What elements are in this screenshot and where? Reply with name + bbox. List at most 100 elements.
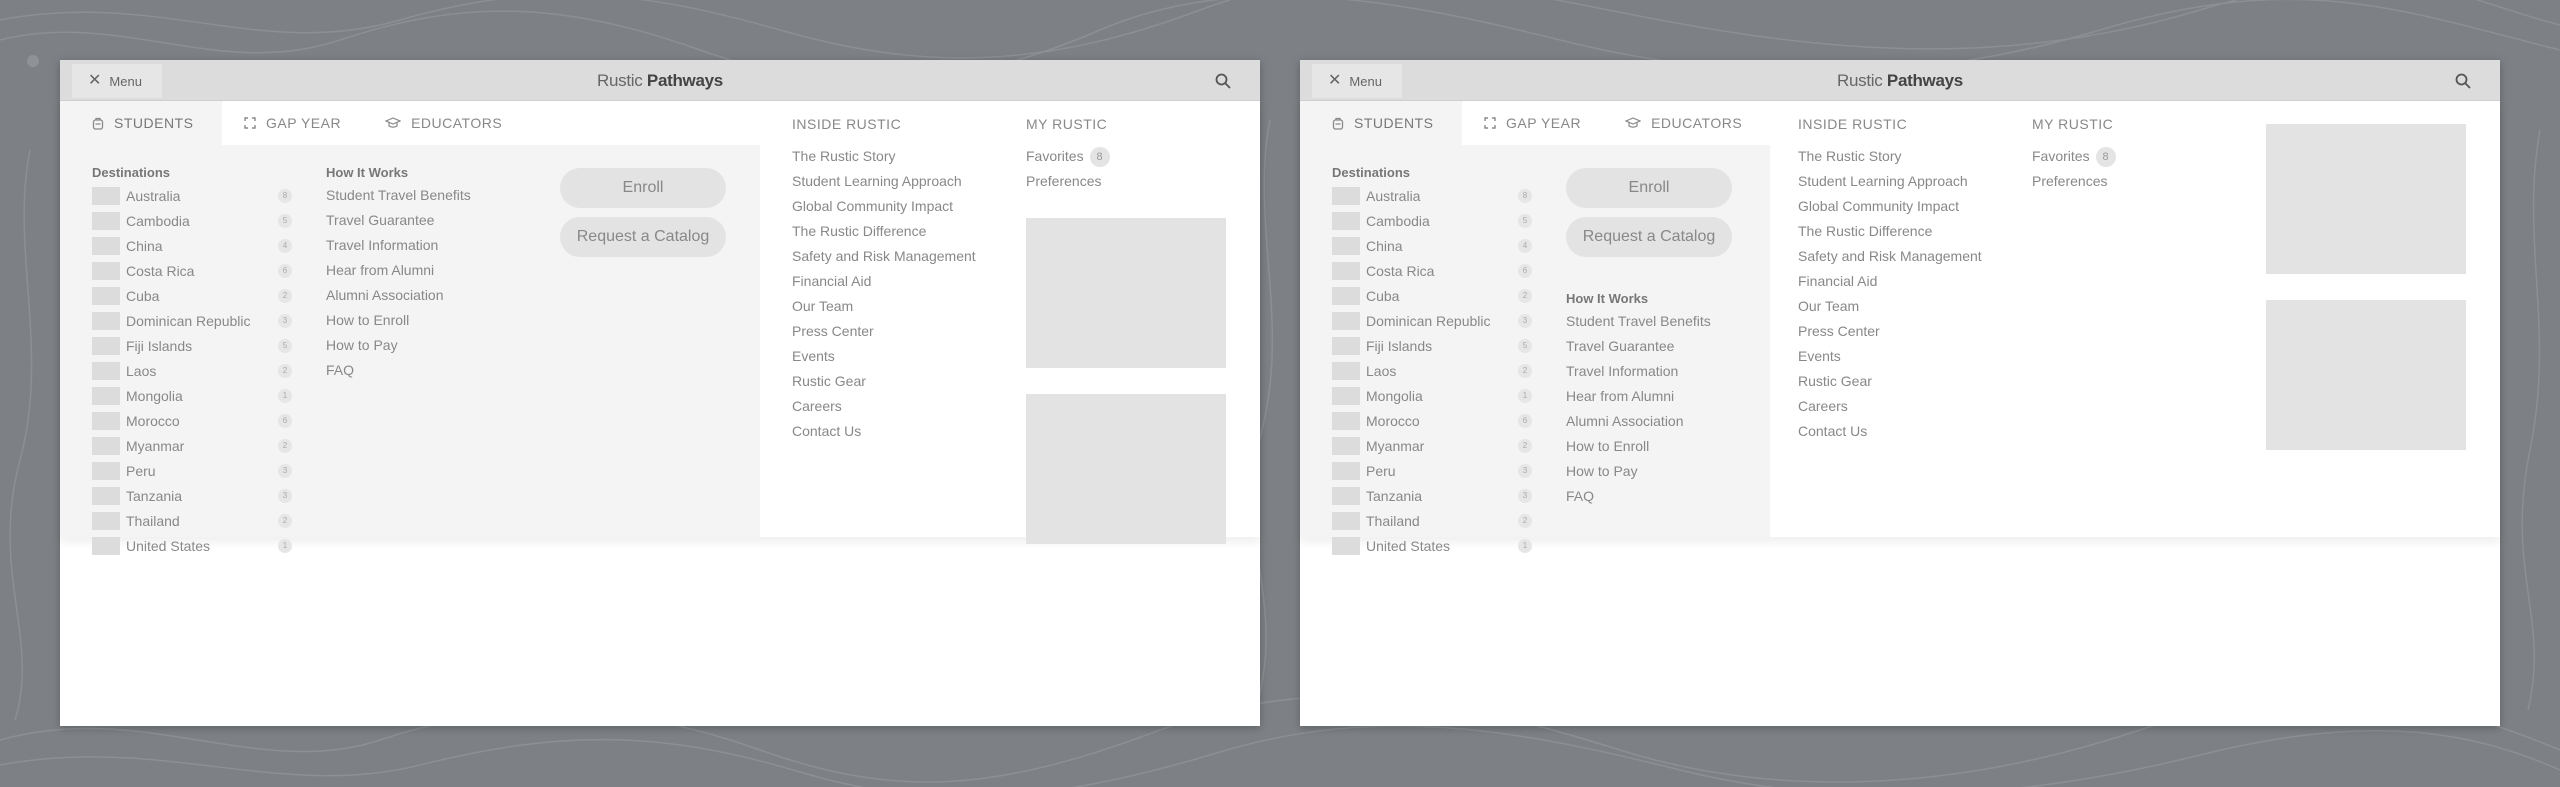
- destination-item[interactable]: Dominican Republic 3: [1332, 308, 1532, 333]
- inside-rustic-link[interactable]: The Rustic Difference: [1798, 219, 1982, 244]
- destination-item[interactable]: Fiji Islands 5: [92, 333, 292, 358]
- inside-rustic-link[interactable]: Press Center: [792, 319, 976, 344]
- inside-rustic-link[interactable]: Contact Us: [792, 419, 976, 444]
- inside-rustic-link[interactable]: Financial Aid: [792, 269, 976, 294]
- logo[interactable]: Rustic Pathways: [1300, 71, 2500, 91]
- destination-item[interactable]: Australia 8: [1332, 183, 1532, 208]
- tab-educators[interactable]: EDUCATORS: [363, 101, 524, 145]
- inside-rustic-link[interactable]: Careers: [792, 394, 976, 419]
- tab-gap-year[interactable]: GAP YEAR: [1462, 101, 1603, 145]
- inside-rustic-link[interactable]: The Rustic Difference: [792, 219, 976, 244]
- destination-item[interactable]: Peru 3: [92, 458, 292, 483]
- destination-item[interactable]: Cuba 2: [1332, 283, 1532, 308]
- request-catalog-button[interactable]: Request a Catalog: [1566, 217, 1732, 257]
- destination-item[interactable]: Australia 8: [92, 183, 292, 208]
- browser-frame-2: ✕ Menu Rustic Pathways STUDENTS GAP YEAR: [1300, 60, 2500, 726]
- destination-item[interactable]: Cambodia 5: [92, 208, 292, 233]
- program-count-badge: 6: [278, 264, 292, 278]
- inside-rustic-link[interactable]: Careers: [1798, 394, 1982, 419]
- destination-item[interactable]: Cambodia 5: [1332, 208, 1532, 233]
- how-it-works-link[interactable]: Alumni Association: [326, 283, 471, 308]
- destination-item[interactable]: China 4: [1332, 233, 1532, 258]
- promo-image-2[interactable]: [2266, 300, 2466, 450]
- destination-item[interactable]: Thailand 2: [92, 508, 292, 533]
- destination-item[interactable]: United States 1: [92, 533, 292, 558]
- preferences-link[interactable]: Preferences: [1026, 169, 1110, 194]
- destination-name: Peru: [126, 462, 156, 479]
- inside-rustic-link[interactable]: Student Learning Approach: [1798, 169, 1982, 194]
- inside-rustic-link[interactable]: Rustic Gear: [792, 369, 976, 394]
- inside-rustic-link[interactable]: Financial Aid: [1798, 269, 1982, 294]
- inside-rustic-link[interactable]: Events: [792, 344, 976, 369]
- inside-rustic-link[interactable]: Global Community Impact: [1798, 194, 1982, 219]
- enroll-button[interactable]: Enroll: [1566, 168, 1732, 208]
- how-it-works-link[interactable]: Hear from Alumni: [326, 258, 471, 283]
- tab-bar: STUDENTS GAP YEAR EDUCATORS: [1300, 101, 1764, 145]
- destination-item[interactable]: Laos 2: [92, 358, 292, 383]
- how-it-works-link[interactable]: Travel Guarantee: [1566, 334, 1711, 359]
- destination-item[interactable]: Myanmar 2: [92, 433, 292, 458]
- inside-rustic-link[interactable]: The Rustic Story: [792, 144, 976, 169]
- destination-item[interactable]: Mongolia 1: [92, 383, 292, 408]
- destination-item[interactable]: Morocco 6: [92, 408, 292, 433]
- preferences-link[interactable]: Preferences: [2032, 169, 2116, 194]
- how-it-works-link[interactable]: Travel Information: [326, 233, 471, 258]
- how-it-works-link[interactable]: How to Pay: [1566, 459, 1711, 484]
- destination-item[interactable]: Dominican Republic 3: [92, 308, 292, 333]
- destination-item[interactable]: Peru 3: [1332, 458, 1532, 483]
- destination-item[interactable]: Costa Rica 6: [92, 258, 292, 283]
- inside-rustic-link[interactable]: Safety and Risk Management: [1798, 244, 1982, 269]
- how-it-works-link[interactable]: How to Enroll: [326, 308, 471, 333]
- how-it-works-link[interactable]: Travel Information: [1566, 359, 1711, 384]
- destination-item[interactable]: Morocco 6: [1332, 408, 1532, 433]
- search-icon[interactable]: [2454, 72, 2472, 90]
- destination-item[interactable]: Tanzania 3: [1332, 483, 1532, 508]
- enroll-button[interactable]: Enroll: [560, 168, 726, 208]
- how-it-works-link[interactable]: How to Pay: [326, 333, 471, 358]
- destination-item[interactable]: China 4: [92, 233, 292, 258]
- promo-image-2[interactable]: [1026, 394, 1226, 544]
- tab-educators[interactable]: EDUCATORS: [1603, 101, 1764, 145]
- inside-rustic-link[interactable]: Our Team: [1798, 294, 1982, 319]
- graduation-cap-icon: [1625, 117, 1642, 128]
- inside-rustic-link[interactable]: Events: [1798, 344, 1982, 369]
- inside-rustic-link[interactable]: Student Learning Approach: [792, 169, 976, 194]
- how-it-works-link[interactable]: Student Travel Benefits: [1566, 309, 1711, 334]
- inside-rustic-link[interactable]: Global Community Impact: [792, 194, 976, 219]
- tab-students[interactable]: STUDENTS: [60, 101, 222, 145]
- destination-item[interactable]: Mongolia 1: [1332, 383, 1532, 408]
- logo[interactable]: Rustic Pathways: [60, 71, 1260, 91]
- destination-item[interactable]: Fiji Islands 5: [1332, 333, 1532, 358]
- destination-item[interactable]: Laos 2: [1332, 358, 1532, 383]
- how-it-works-link[interactable]: Travel Guarantee: [326, 208, 471, 233]
- tab-students[interactable]: STUDENTS: [1300, 101, 1462, 145]
- how-it-works-link[interactable]: Alumni Association: [1566, 409, 1711, 434]
- favorites-link[interactable]: Favorites 8: [1026, 144, 1110, 169]
- destination-name: Morocco: [1366, 412, 1420, 429]
- promo-image-1[interactable]: [2266, 124, 2466, 274]
- promo-image-1[interactable]: [1026, 218, 1226, 368]
- how-it-works-link[interactable]: FAQ: [1566, 484, 1711, 509]
- how-it-works-link[interactable]: How to Enroll: [1566, 434, 1711, 459]
- destination-item[interactable]: Costa Rica 6: [1332, 258, 1532, 283]
- request-catalog-button[interactable]: Request a Catalog: [560, 217, 726, 257]
- favorites-link[interactable]: Favorites 8: [2032, 144, 2116, 169]
- inside-rustic-link[interactable]: Safety and Risk Management: [792, 244, 976, 269]
- destination-name: Costa Rica: [126, 262, 195, 279]
- destination-item[interactable]: Tanzania 3: [92, 483, 292, 508]
- inside-rustic-link[interactable]: Press Center: [1798, 319, 1982, 344]
- how-it-works-link[interactable]: FAQ: [326, 358, 471, 383]
- inside-rustic-link[interactable]: Rustic Gear: [1798, 369, 1982, 394]
- destination-item[interactable]: Myanmar 2: [1332, 433, 1532, 458]
- destination-item[interactable]: United States 1: [1332, 533, 1532, 558]
- how-it-works-link[interactable]: Hear from Alumni: [1566, 384, 1711, 409]
- inside-rustic-link[interactable]: Our Team: [792, 294, 976, 319]
- search-icon[interactable]: [1214, 72, 1232, 90]
- inside-rustic-link[interactable]: Contact Us: [1798, 419, 1982, 444]
- inside-rustic-link[interactable]: The Rustic Story: [1798, 144, 1982, 169]
- program-count-badge: 1: [1518, 389, 1532, 403]
- tab-gap-year[interactable]: GAP YEAR: [222, 101, 363, 145]
- destination-item[interactable]: Cuba 2: [92, 283, 292, 308]
- how-it-works-link[interactable]: Student Travel Benefits: [326, 183, 471, 208]
- destination-item[interactable]: Thailand 2: [1332, 508, 1532, 533]
